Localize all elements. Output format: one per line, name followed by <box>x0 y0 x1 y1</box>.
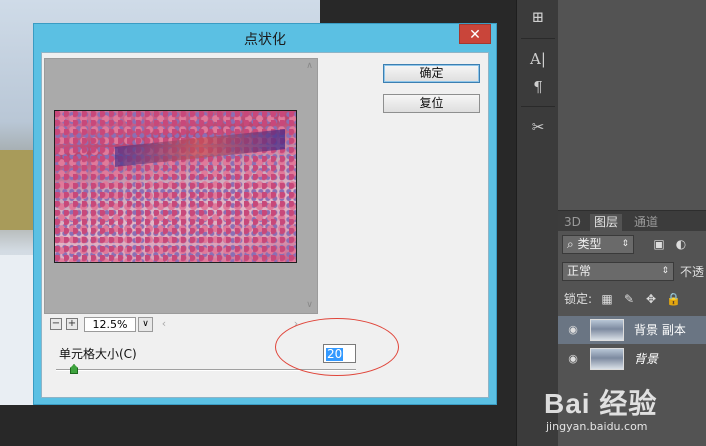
scroll-left-icon[interactable]: ‹ <box>158 318 170 330</box>
preview-roof-band <box>115 129 285 167</box>
chevron-updown-icon: ⇕ <box>621 239 629 249</box>
layer-name: 背景 副本 <box>634 323 686 337</box>
preview-panel[interactable]: ∧ ∨ <box>44 58 318 314</box>
search-icon: ⌕ <box>567 237 578 251</box>
cell-size-label: 单元格大小(C) <box>59 347 137 361</box>
tool-divider <box>521 38 555 39</box>
canvas-building <box>0 150 34 230</box>
chevron-updown-icon: ⇕ <box>661 266 669 276</box>
tab-3d[interactable]: 3D <box>560 214 585 231</box>
tool-divider <box>521 106 555 107</box>
tab-channels[interactable]: 通道 <box>630 214 662 231</box>
pointillize-dialog: 点状化 ✕ ∧ ∨ − + 12.5% ∨ ‹ › 确定 复位 单元格大小(C)… <box>33 23 497 405</box>
zoom-in-button[interactable]: + <box>66 318 78 330</box>
zoom-level-field[interactable]: 12.5% <box>84 317 136 332</box>
panel-tabs: 3D 图层 通道 <box>558 211 706 231</box>
kind-filter-select[interactable]: ⌕ 类型 ⇕ <box>562 235 634 254</box>
cell-size-slider-handle[interactable] <box>70 364 78 374</box>
lock-transparency-icon[interactable]: ▦ <box>600 292 614 306</box>
paragraph-icon[interactable]: ¶ <box>527 76 549 98</box>
character-icon[interactable]: A| <box>527 48 549 70</box>
tab-layers[interactable]: 图层 <box>590 214 623 231</box>
zoom-dropdown-icon[interactable]: ∨ <box>138 317 153 332</box>
panel-tool-strip: ⊞ A| ¶ ✂ <box>516 0 558 446</box>
watermark-logo: Bai 经验 <box>544 388 658 419</box>
layer-name: 背景 <box>634 352 659 366</box>
zoom-controls: − + 12.5% ∨ ‹ › <box>50 317 316 333</box>
eye-icon[interactable]: ◉ <box>566 352 580 366</box>
close-button[interactable]: ✕ <box>459 24 491 44</box>
opacity-label: 不透 <box>680 265 705 279</box>
panel-area <box>558 0 706 210</box>
layer-row[interactable]: ◉ 背景 副本 <box>558 316 706 344</box>
highlight-annotation-circle <box>275 318 399 376</box>
dialog-body: ∧ ∨ − + 12.5% ∨ ‹ › 确定 复位 单元格大小(C) 20 <box>41 52 489 398</box>
layer-thumbnail <box>590 319 624 341</box>
lock-label: 锁定: <box>564 292 593 306</box>
scroll-down-icon[interactable]: ∨ <box>302 299 317 311</box>
eye-icon[interactable]: ◉ <box>566 323 580 337</box>
tool-presets-icon[interactable]: ✂ <box>527 116 549 138</box>
preview-vertical-scrollbar[interactable]: ∧ ∨ <box>302 59 317 313</box>
preview-image[interactable] <box>54 110 297 263</box>
layer-row[interactable]: ◉ 背景 <box>558 345 706 373</box>
image-filter-icon[interactable]: ▣ <box>652 237 666 251</box>
paragraph-styles-icon[interactable]: ⊞ <box>527 6 549 28</box>
baidu-jingyan-watermark: Bai 经验 jingyan.baidu.com <box>540 382 706 442</box>
ok-button[interactable]: 确定 <box>383 64 480 83</box>
layer-thumbnail <box>590 348 624 370</box>
kind-filter-value: 类型 <box>577 237 602 251</box>
blend-mode-value: 正常 <box>567 264 592 278</box>
lock-all-icon[interactable]: 🔒 <box>666 292 681 306</box>
dialog-title: 点状化 <box>244 32 286 48</box>
watermark-url: jingyan.baidu.com <box>546 420 648 433</box>
blend-mode-select[interactable]: 正常 ⇕ <box>562 262 674 281</box>
adjustment-filter-icon[interactable]: ◐ <box>674 237 688 251</box>
lock-position-icon[interactable]: ✥ <box>644 292 658 306</box>
reset-button[interactable]: 复位 <box>383 94 480 113</box>
zoom-out-button[interactable]: − <box>50 318 62 330</box>
scroll-up-icon[interactable]: ∧ <box>302 60 317 72</box>
close-icon: ✕ <box>469 27 481 43</box>
dialog-title-bar[interactable]: 点状化 ✕ <box>34 24 496 52</box>
lock-pixels-icon[interactable]: ✎ <box>622 292 636 306</box>
